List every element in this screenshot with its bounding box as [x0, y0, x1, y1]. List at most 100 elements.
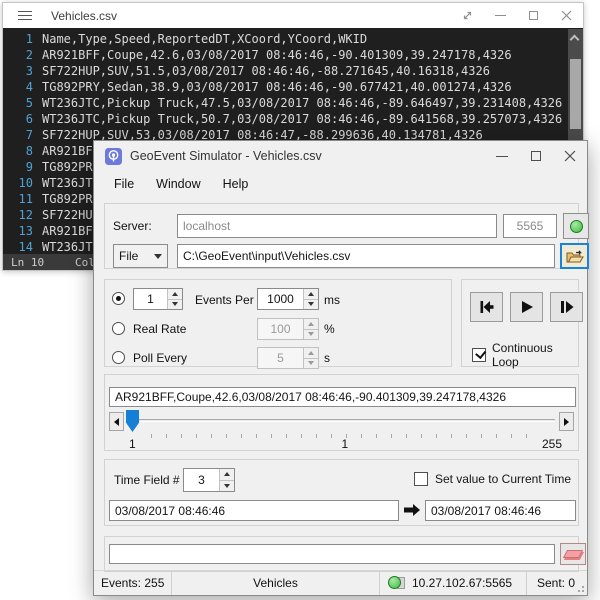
rate-group: 1 Events Per 1000 ms Real Rate 100 % Pol… — [104, 279, 452, 367]
line-text: WT236JTC,Pickup Truck,50.7,03/08/2017 08… — [42, 111, 562, 127]
file-path-input[interactable]: C:\GeoEvent\input\Vehicles.csv — [177, 244, 555, 268]
source-type-select[interactable]: File — [113, 244, 168, 268]
skip-to-start-button[interactable] — [470, 292, 503, 322]
events-count-status: Events: 255 — [94, 571, 171, 595]
poll-every-spinner[interactable]: 5 — [257, 347, 319, 369]
open-file-button[interactable] — [560, 243, 589, 269]
source-type-value: File — [119, 249, 138, 263]
spin-up-icon[interactable] — [168, 289, 182, 299]
line-text: WT236JT — [42, 175, 93, 191]
poll-every-radio[interactable] — [112, 351, 125, 364]
column-indicator: Col — [75, 256, 95, 269]
line-text: WT236JT — [42, 239, 93, 254]
line-text: AR921BFF,Coupe,42.6,03/08/2017 08:46:46,… — [42, 47, 512, 63]
server-label: Server: — [113, 219, 152, 233]
continuous-loop-checkbox[interactable] — [472, 348, 486, 362]
log-field[interactable] — [109, 544, 555, 564]
spin-down-icon[interactable] — [220, 480, 234, 492]
scroll-up-icon[interactable] — [570, 35, 580, 45]
resize-grip[interactable] — [574, 582, 584, 592]
maximize-icon[interactable] — [519, 141, 553, 171]
poll-every-value: 5 — [258, 348, 303, 368]
line-text: AR921BF — [42, 143, 93, 159]
line-number: 6 — [3, 111, 33, 127]
line-text: SF722HU — [42, 207, 93, 223]
ms-unit-label: ms — [324, 293, 340, 307]
real-rate-radio[interactable] — [112, 322, 125, 335]
events-count-value: 1 — [134, 289, 167, 309]
slider-track[interactable] — [128, 419, 555, 422]
events-count-spinner[interactable]: 1 — [133, 288, 183, 310]
simulator-statusbar: Events: 255 Vehicles 10.27.102.67:5565 S… — [94, 570, 587, 595]
maximize-icon[interactable] — [517, 3, 550, 28]
restore-diagonal-icon[interactable] — [451, 3, 484, 28]
spin-down-icon[interactable] — [304, 358, 318, 369]
spin-up-icon[interactable] — [304, 319, 318, 329]
simulator-titlebar: GeoEvent Simulator - Vehicles.csv — [94, 141, 587, 171]
line-text: TG892PR — [42, 191, 93, 207]
minimize-icon[interactable] — [484, 3, 517, 28]
server-address-status: 10.27.102.67:5565 — [412, 576, 512, 590]
set-current-time-checkbox[interactable] — [414, 472, 428, 486]
events-interval-value: 1000 — [258, 289, 303, 309]
line-indicator: Ln 10 — [11, 256, 44, 269]
editor-line: 1Name,Type,Speed,ReportedDT,XCoord,YCoor… — [3, 31, 568, 47]
editor-line: 2 AR921BFF,Coupe,42.6,03/08/2017 08:46:46… — [3, 47, 568, 63]
line-number: 10 — [3, 175, 33, 191]
simulator-window: GeoEvent Simulator - Vehicles.csv File W… — [93, 140, 588, 596]
line-number: 8 — [3, 143, 33, 159]
time-field-spinner[interactable]: 3 — [183, 468, 235, 492]
line-number: 11 — [3, 191, 33, 207]
connect-button[interactable] — [563, 213, 589, 239]
slider-left-button[interactable] — [109, 412, 124, 431]
open-folder-icon — [566, 249, 584, 264]
menu-file[interactable]: File — [103, 174, 145, 194]
slider-min-label: 1 — [129, 437, 136, 451]
real-rate-spinner[interactable]: 100 — [257, 318, 319, 340]
spin-up-icon[interactable] — [304, 348, 318, 358]
line-number: 5 — [3, 95, 33, 111]
events-per-radio[interactable] — [112, 292, 125, 305]
line-number: 7 — [3, 127, 33, 143]
chevron-down-icon — [154, 254, 162, 259]
connection-group: Server: localhost 5565 File C:\GeoEvent\… — [104, 203, 579, 269]
line-number: 4 — [3, 79, 33, 95]
line-text: TG892PRY,Sedan,38.9,03/08/2017 08:46:46,… — [42, 79, 512, 95]
spin-down-icon[interactable] — [168, 299, 182, 310]
line-text: WT236JTC,Pickup Truck,47.5,03/08/2017 08… — [42, 95, 562, 111]
percent-unit-label: % — [324, 322, 335, 336]
spin-down-icon[interactable] — [304, 329, 318, 340]
menu-hamburger-icon[interactable] — [18, 11, 32, 20]
clear-log-button[interactable] — [560, 543, 586, 565]
slider-right-button[interactable] — [559, 412, 574, 431]
set-current-time-label: Set value to Current Time — [435, 472, 571, 486]
events-interval-spinner[interactable]: 1000 — [257, 288, 319, 310]
arrow-right-icon — [564, 418, 569, 426]
spin-up-icon[interactable] — [304, 289, 318, 299]
line-text: TG892PR — [42, 159, 93, 175]
line-number: 3 — [3, 63, 33, 79]
close-icon[interactable] — [553, 141, 587, 171]
connection-status: 10.27.102.67:5565 — [379, 571, 526, 595]
editor-line: 4 TG892PRY,Sedan,38.9,03/08/2017 08:46:46… — [3, 79, 568, 95]
spin-down-icon[interactable] — [304, 299, 318, 310]
line-number: 2 — [3, 47, 33, 63]
time-from-field[interactable]: 03/08/2017 08:46:46 — [109, 500, 399, 521]
step-button[interactable] — [550, 292, 583, 322]
server-host-input[interactable]: localhost — [177, 214, 497, 238]
menu-window[interactable]: Window — [145, 174, 211, 194]
menubar: File Window Help — [94, 171, 587, 196]
spin-up-icon[interactable] — [220, 469, 234, 480]
real-rate-label: Real Rate — [133, 322, 186, 336]
close-icon[interactable] — [550, 3, 583, 28]
server-port-input[interactable]: 5565 — [503, 214, 557, 238]
slider-thumb[interactable] — [126, 410, 139, 432]
current-event-field[interactable]: AR921BFF,Coupe,42.6,03/08/2017 08:46:46,… — [109, 387, 576, 407]
play-button[interactable] — [510, 292, 543, 322]
playback-group: Continuous Loop — [461, 279, 579, 367]
scrollbar-thumb[interactable] — [570, 59, 581, 129]
sent-count-status: Sent: 0 — [526, 571, 587, 595]
time-to-field[interactable]: 03/08/2017 08:46:46 — [425, 500, 576, 521]
minimize-icon[interactable] — [485, 141, 519, 171]
menu-help[interactable]: Help — [212, 174, 260, 194]
